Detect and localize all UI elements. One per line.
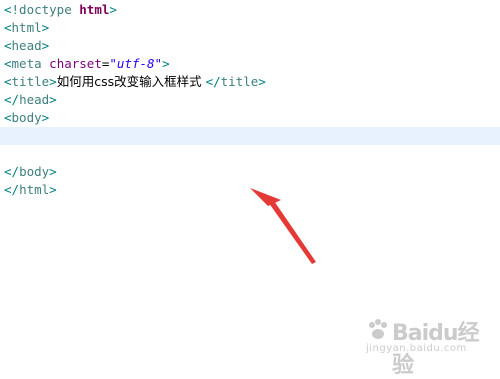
- paw-logo-icon: [369, 319, 387, 339]
- watermark-url: jingyan.baidu.com: [366, 343, 467, 354]
- arrow-shaft: [266, 198, 316, 264]
- red-arrow-annotation: [250, 188, 316, 264]
- arrow-head-icon: [250, 188, 281, 206]
- baidu-jingyan-watermark: Baidu经验 jingyan.baidu.com: [362, 313, 492, 378]
